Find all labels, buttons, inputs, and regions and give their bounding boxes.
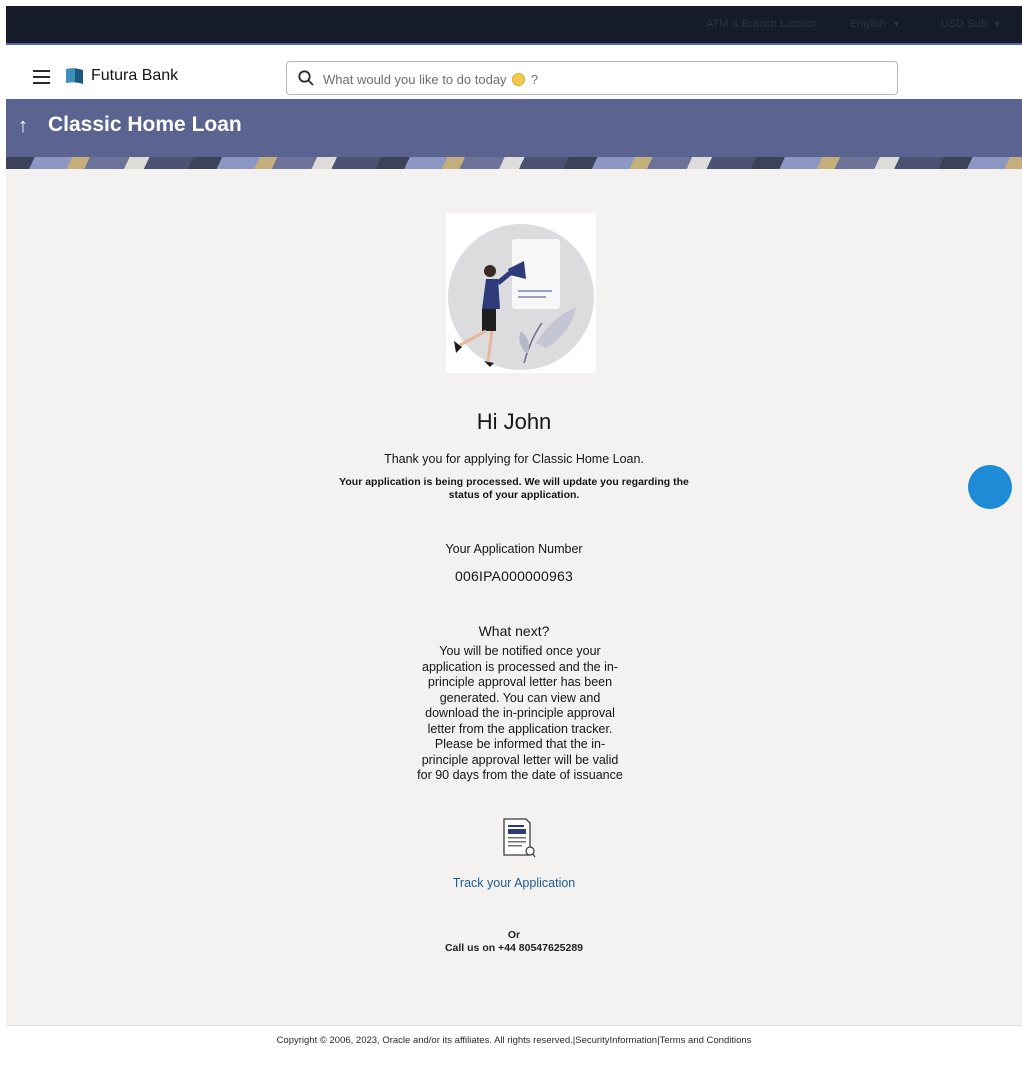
confirmation-panel: Hi John Thank you for applying for Class… [6,169,1022,1025]
user-menu[interactable]: USD Sub ▼ [941,18,1002,30]
menu-icon[interactable] [33,70,50,88]
or-separator: Or [507,929,521,941]
copyright-text: Copyright © 2006, 2023, Oracle and/or it… [276,1035,752,1046]
language-label: English [850,18,887,30]
banner-pattern [6,157,1022,169]
language-selector[interactable]: English ▼ [850,18,901,30]
chevron-down-icon: ▼ [892,19,901,29]
footer: Copyright © 2006, 2023, Oracle and/or it… [6,1025,1022,1065]
app-header: Futura Bank What would you like to do to… [6,43,1022,99]
document-search-icon [503,818,536,858]
search-input[interactable]: What would you like to do today ? [286,61,898,95]
search-placeholder: What would you like to do today ? [323,72,539,87]
app-frame: ATM & Branch Locator English ▼ USD Sub ▼ F… [6,6,1022,1065]
atm-locator-link[interactable]: ATM & Branch Locator [706,18,816,30]
call-us-text: Call us on +44 80547625289 [444,942,584,954]
track-application-link[interactable]: Track your Application [6,876,1022,890]
processing-message: Your application is being processed. We … [339,476,689,501]
bank-logo-icon [66,68,83,84]
page-title: Classic Home Loan [48,113,242,136]
smiley-icon [512,73,526,86]
what-next-body: You will be notified once your applicati… [417,644,623,782]
application-number: 006IPA000000963 [455,568,573,584]
greeting: Hi John [476,409,552,434]
chevron-down-icon: ▼ [992,19,1002,29]
top-utility-bar: ATM & Branch Locator English ▼ USD Sub ▼ [6,6,1022,43]
application-number-label: Your Application Number [445,542,583,556]
megaphone-woman-illustration [446,213,596,373]
page-banner: ↑ Classic Home Loan [6,99,1022,169]
search-icon [298,70,314,86]
what-next-title: What next? [478,623,550,639]
back-arrow-icon[interactable]: ↑ [18,115,28,138]
chat-assistant-button[interactable] [968,465,1012,509]
thank-you-message: Thank you for applying for Classic Home … [384,452,644,466]
user-label: USD Sub [941,18,987,30]
brand-name[interactable]: Futura Bank [91,67,178,85]
